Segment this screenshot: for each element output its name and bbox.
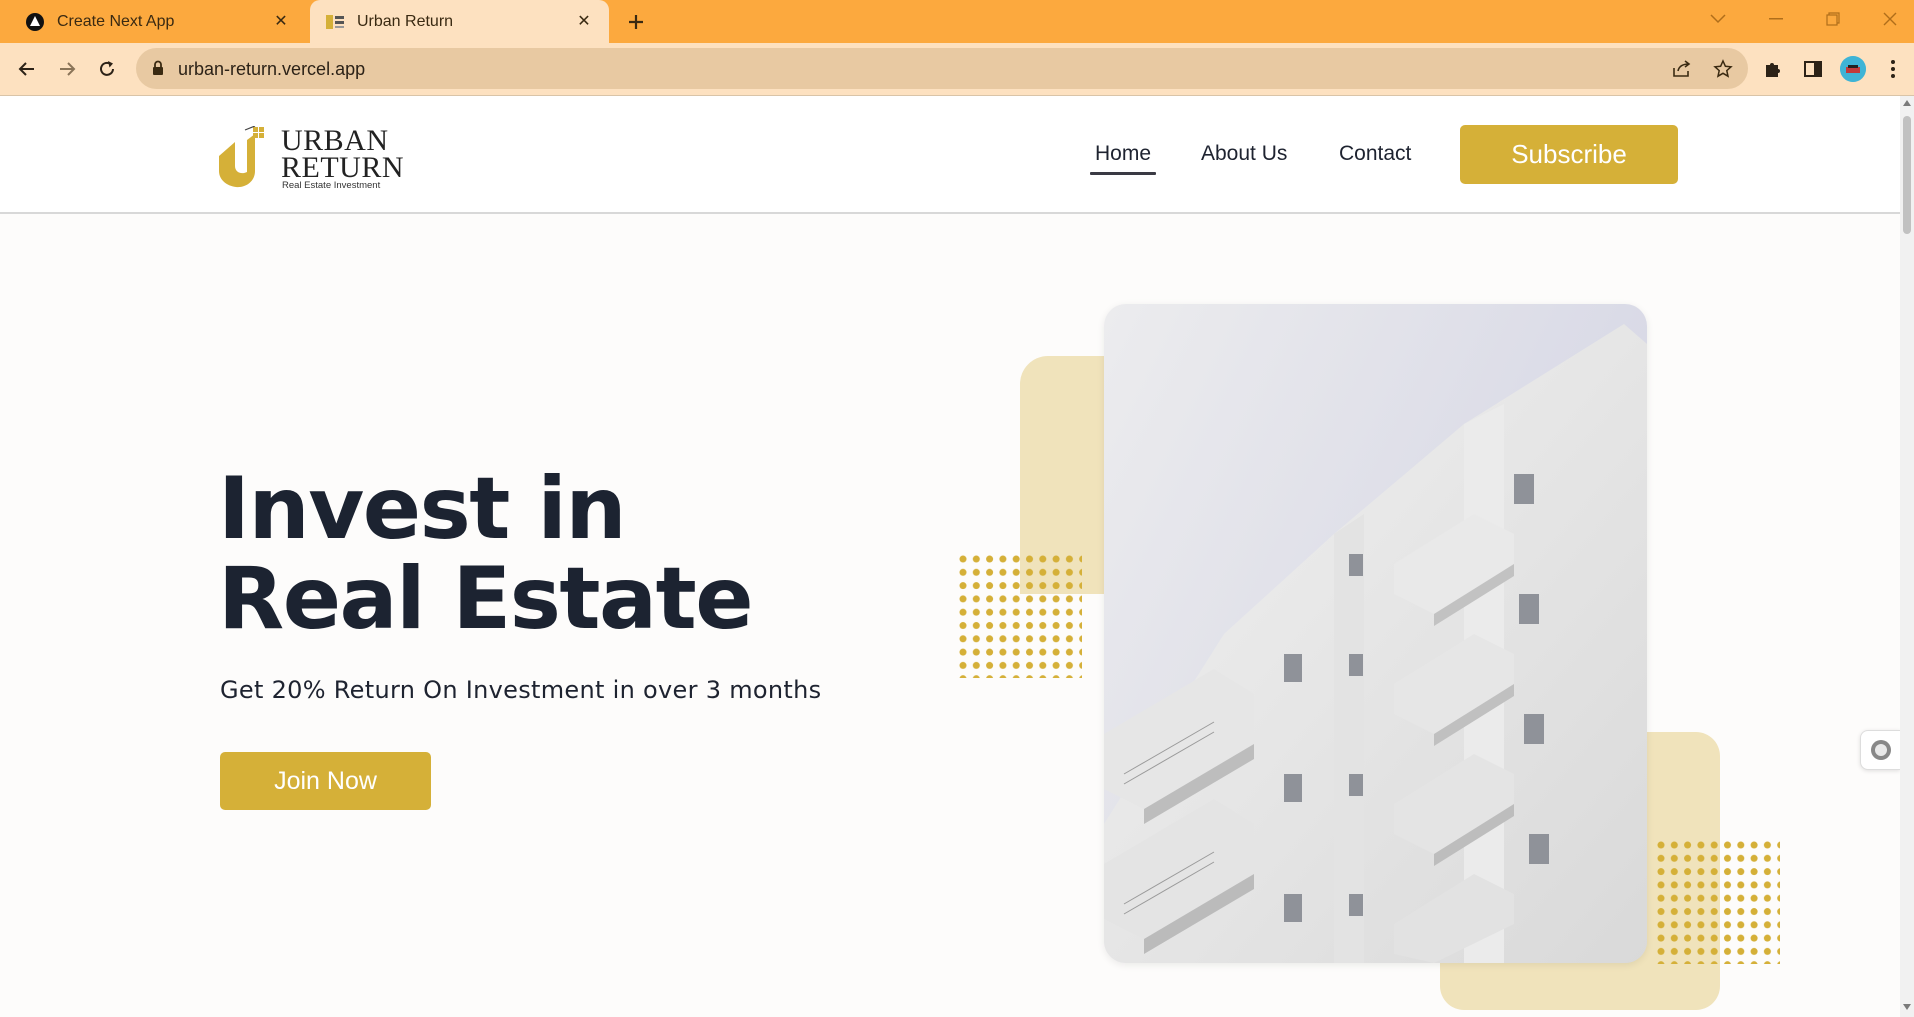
bookmark-star-icon[interactable]	[1712, 58, 1734, 80]
minimize-window-icon[interactable]	[1755, 0, 1797, 38]
browser-tab-urban-return[interactable]: Urban Return ✕	[310, 0, 609, 43]
nav-link-home[interactable]: Home	[1095, 142, 1151, 166]
decor-dot-grid-right	[1656, 840, 1780, 964]
browser-tab-strip: Create Next App ✕ Urban Return ✕	[0, 0, 1914, 43]
extensions-puzzle-icon[interactable]	[1760, 56, 1786, 82]
scroll-up-arrow-icon[interactable]	[1903, 100, 1911, 106]
browser-menu-kebab-icon[interactable]	[1880, 56, 1906, 82]
back-arrow-icon[interactable]	[12, 54, 42, 84]
logo-tagline: Real Estate Investment	[282, 180, 381, 191]
floating-side-widget[interactable]	[1860, 730, 1900, 770]
subscribe-button[interactable]: Subscribe	[1460, 125, 1678, 184]
browser-tab-create-next-app[interactable]: Create Next App ✕	[0, 0, 306, 43]
hero-subtitle: Get 20% Return On Investment in over 3 m…	[220, 676, 822, 704]
close-tab-icon[interactable]: ✕	[270, 10, 292, 32]
hero-title: Invest in Real Estate	[218, 464, 754, 644]
page-viewport: URBAN RETURN Real Estate Investment Home…	[0, 96, 1900, 1017]
logo-word-return: RETURN	[281, 151, 404, 184]
widget-circle-icon	[1870, 740, 1891, 760]
nav-link-contact[interactable]: Contact	[1339, 142, 1411, 166]
profile-avatar-icon[interactable]	[1840, 56, 1866, 82]
close-window-icon[interactable]	[1869, 0, 1911, 38]
scroll-down-arrow-icon[interactable]	[1903, 1004, 1911, 1010]
active-nav-indicator	[1090, 172, 1156, 175]
address-bar[interactable]: urban-return.vercel.app	[136, 48, 1748, 89]
urban-return-favicon-icon	[325, 12, 345, 32]
nextjs-favicon-icon	[25, 12, 45, 32]
join-now-button[interactable]: Join Now	[220, 752, 431, 810]
forward-arrow-icon[interactable]	[52, 54, 82, 84]
site-header: URBAN RETURN Real Estate Investment Home…	[0, 96, 1900, 214]
tab-search-chevron-icon[interactable]	[1697, 0, 1739, 38]
tab-title: Create Next App	[57, 12, 175, 30]
new-tab-button[interactable]	[620, 7, 652, 37]
page-scrollbar[interactable]	[1900, 96, 1914, 1017]
share-icon[interactable]	[1671, 58, 1693, 80]
tab-title: Urban Return	[357, 12, 454, 30]
close-tab-icon[interactable]: ✕	[573, 10, 595, 32]
logo-mark-icon	[219, 126, 264, 188]
hero-building-image	[1104, 304, 1647, 963]
scrollbar-thumb[interactable]	[1903, 116, 1911, 234]
hero-title-line-1: Invest in	[218, 459, 627, 559]
url-text: urban-return.vercel.app	[178, 59, 366, 79]
hero-title-line-2: Real Estate	[218, 549, 754, 649]
restore-window-icon[interactable]	[1812, 0, 1854, 38]
browser-toolbar: urban-return.vercel.app	[0, 43, 1914, 96]
lock-icon	[152, 60, 164, 81]
side-panel-icon[interactable]	[1800, 56, 1826, 82]
nav-link-about-us[interactable]: About Us	[1201, 142, 1287, 166]
reload-icon[interactable]	[92, 54, 122, 84]
decor-dot-grid-left	[958, 554, 1082, 678]
urban-return-logo[interactable]: URBAN RETURN Real Estate Investment	[219, 126, 404, 191]
